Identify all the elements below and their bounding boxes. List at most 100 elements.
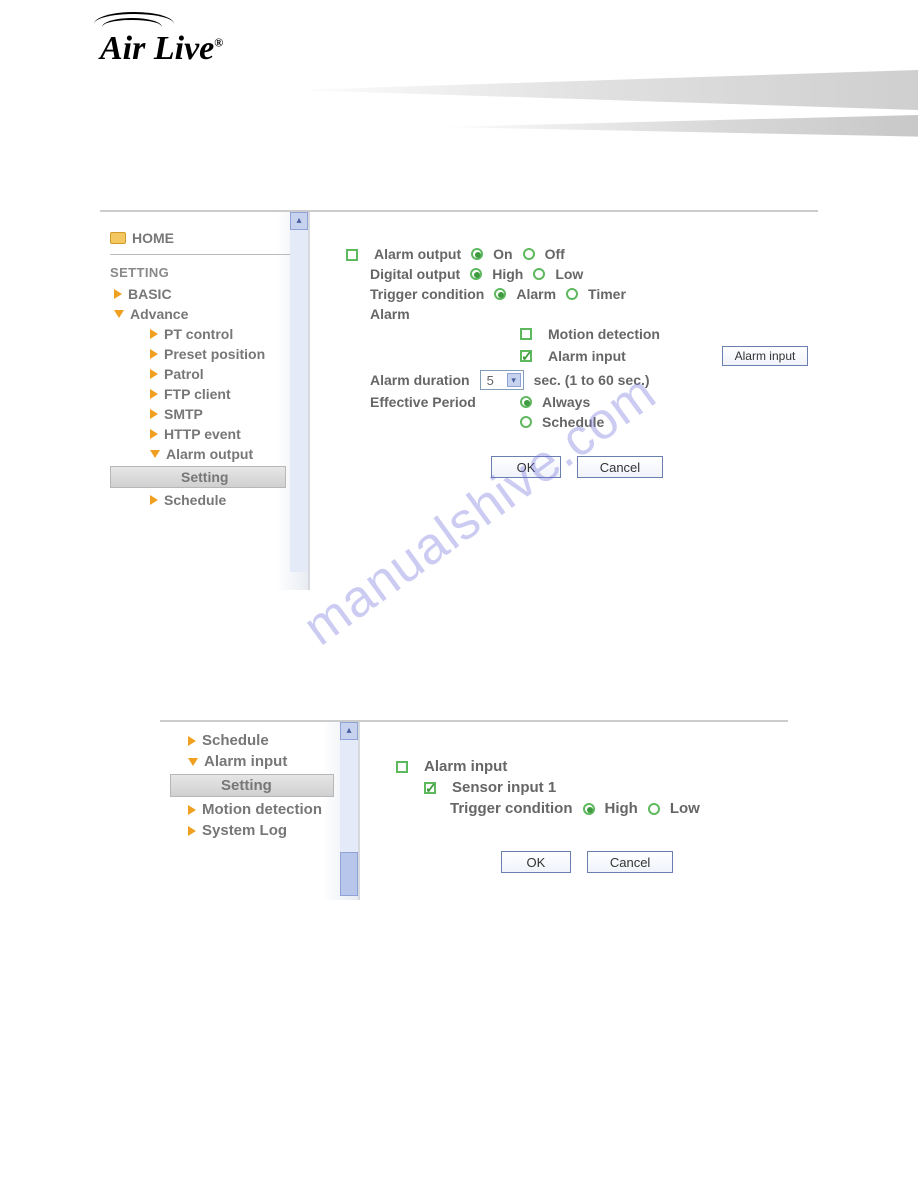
sidebar-item-ftp-client[interactable]: FTP client	[110, 386, 298, 402]
radio-low[interactable]	[533, 268, 545, 280]
sidebar-item-label: Preset position	[164, 346, 265, 362]
sidebar-item-system-log[interactable]: System Log	[170, 822, 348, 839]
sidebar-item-schedule[interactable]: Schedule	[170, 732, 348, 749]
checkbox-sensor-input-1[interactable]	[424, 782, 436, 794]
sidebar-item-label: Alarm output	[166, 446, 253, 462]
sidebar-item-label: Patrol	[164, 366, 204, 382]
cancel-button[interactable]: Cancel	[577, 456, 663, 478]
screenshot-alarm-output: ▴ HOME SETTING BASIC Advance PT control …	[100, 210, 818, 590]
radio-always[interactable]	[520, 396, 532, 408]
cancel-button[interactable]: Cancel	[587, 851, 673, 873]
row-digital-output: Digital output High Low	[346, 266, 808, 282]
row-trigger-condition: Trigger condition Alarm Timer	[346, 286, 808, 302]
divider	[110, 254, 298, 255]
scroll-thumb[interactable]	[340, 852, 358, 896]
sidebar-item-setting[interactable]: Setting	[110, 466, 286, 488]
content-alarm-input: Alarm input Sensor input 1 Trigger condi…	[360, 722, 788, 900]
screenshot-alarm-input: ▴ Schedule Alarm input Setting Motion de…	[160, 720, 788, 900]
sidebar-item-http-event[interactable]: HTTP event	[110, 426, 298, 442]
scroll-track[interactable]	[290, 230, 308, 572]
sidebar-item-advance[interactable]: Advance	[110, 306, 298, 322]
row-sensor-input: Sensor input 1	[396, 779, 778, 796]
row-alarm-input: Alarm input Alarm input	[346, 346, 808, 366]
sidebar-item-label: PT control	[164, 326, 233, 342]
ok-button[interactable]: OK	[491, 456, 561, 478]
sidebar-item-smtp[interactable]: SMTP	[110, 406, 298, 422]
sidebar-item-schedule[interactable]: Schedule	[110, 492, 298, 508]
sidebar-item-label: Setting	[221, 777, 272, 794]
sidebar-item-alarm-output[interactable]: Alarm output	[110, 446, 298, 462]
select-value: 5	[487, 373, 494, 388]
select-alarm-duration[interactable]: 5 ▾	[480, 370, 524, 390]
button-row: OK Cancel	[346, 456, 808, 478]
sidebar-item-patrol[interactable]: Patrol	[110, 366, 298, 382]
sidebar-item-pt-control[interactable]: PT control	[110, 326, 298, 342]
ok-button-label: OK	[517, 460, 536, 475]
chevron-right-icon	[188, 805, 196, 815]
chevron-right-icon	[114, 289, 122, 299]
label-off: Off	[545, 246, 565, 262]
label-trigger-condition: Trigger condition	[370, 286, 484, 302]
chevron-right-icon	[150, 369, 158, 379]
row-alarm-output: Alarm output On Off	[346, 246, 808, 262]
radio-high[interactable]	[470, 268, 482, 280]
radio-on[interactable]	[471, 248, 483, 260]
alarm-input-button[interactable]: Alarm input	[722, 346, 808, 366]
radio-timer[interactable]	[566, 288, 578, 300]
chevron-right-icon	[188, 736, 196, 746]
row-alarm-input-heading: Alarm input	[396, 758, 778, 775]
chevron-down-icon	[150, 450, 160, 458]
chevron-right-icon	[150, 409, 158, 419]
radio-high[interactable]	[583, 803, 595, 815]
row-alarm-duration: Alarm duration 5 ▾ sec. (1 to 60 sec.)	[346, 370, 808, 390]
checkbox-motion-detection[interactable]	[520, 328, 532, 340]
label-high: High	[605, 800, 638, 817]
sidebar-item-basic[interactable]: BASIC	[110, 286, 298, 302]
sidebar: ▴ HOME SETTING BASIC Advance PT control …	[100, 212, 310, 590]
label-alarm-duration: Alarm duration	[370, 372, 470, 388]
radio-schedule[interactable]	[520, 416, 532, 428]
logo: Air Live®	[100, 30, 223, 68]
section-marker	[346, 246, 364, 262]
radio-low[interactable]	[648, 803, 660, 815]
sidebar-item-preset-position[interactable]: Preset position	[110, 346, 298, 362]
chevron-right-icon	[150, 329, 158, 339]
section-marker	[396, 761, 408, 773]
radio-off[interactable]	[523, 248, 535, 260]
chevron-right-icon	[150, 389, 158, 399]
scroll-up-icon[interactable]: ▴	[340, 722, 358, 740]
label-alarm-output: Alarm output	[374, 246, 461, 262]
sidebar-item-setting[interactable]: Setting	[170, 774, 334, 797]
swoosh-decoration	[418, 115, 918, 139]
row-alarm-heading: Alarm	[346, 306, 808, 322]
checkbox-alarm-input[interactable]	[520, 350, 532, 362]
label-high: High	[492, 266, 523, 282]
home-label: HOME	[132, 230, 174, 246]
logo-mark: ®	[214, 36, 223, 50]
radio-alarm[interactable]	[494, 288, 506, 300]
page-header: Air Live®	[0, 0, 918, 170]
label-alarm-input: Alarm input	[548, 348, 626, 364]
sidebar-item-label: FTP client	[164, 386, 231, 402]
sidebar-item-motion-detection[interactable]: Motion detection	[170, 801, 348, 818]
sidebar-item-label: BASIC	[128, 286, 172, 302]
sidebar-item-label: Schedule	[202, 732, 269, 749]
sidebar-item-label: HTTP event	[164, 426, 241, 442]
section-label: SETTING	[110, 265, 298, 280]
sidebar-item-alarm-input[interactable]: Alarm input	[170, 753, 348, 770]
ok-button-label: OK	[527, 855, 546, 870]
ok-button[interactable]: OK	[501, 851, 571, 873]
scroll-up-icon[interactable]: ▴	[290, 212, 308, 230]
sidebar: ▴ Schedule Alarm input Setting Motion de…	[160, 722, 360, 900]
alarm-input-button-label: Alarm input	[735, 349, 796, 363]
label-alarm-input-heading: Alarm input	[424, 758, 507, 775]
cancel-button-label: Cancel	[600, 460, 640, 475]
row-effective-period-schedule: Schedule	[346, 414, 808, 430]
cancel-button-label: Cancel	[610, 855, 650, 870]
swoosh-decoration	[278, 70, 918, 110]
label-low: Low	[670, 800, 700, 817]
sidebar-item-home[interactable]: HOME	[110, 230, 298, 246]
label-alarm: Alarm	[516, 286, 556, 302]
row-motion-detection: Motion detection	[346, 326, 808, 342]
label-schedule: Schedule	[542, 414, 604, 430]
